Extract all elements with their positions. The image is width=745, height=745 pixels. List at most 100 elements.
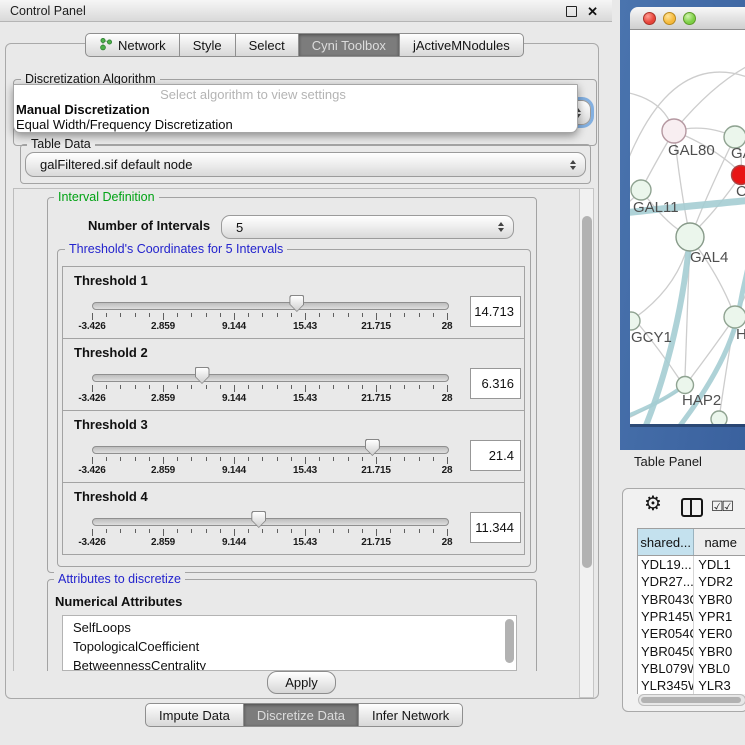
column-header-name[interactable]: name	[694, 529, 745, 555]
table-cell[interactable]: YBR0	[694, 591, 745, 608]
network-node[interactable]	[676, 223, 704, 251]
network-canvas[interactable]: GAL80GACGAL11GAL4GCY1HHAP2	[630, 30, 745, 424]
popup-placeholder: Select algorithm to view settings	[14, 87, 577, 102]
slider-tick-label: 28	[422, 393, 472, 404]
slider-handle[interactable]	[365, 439, 380, 456]
threshold-value-field[interactable]: 6.316	[470, 368, 521, 399]
table-cell[interactable]: YER0	[694, 625, 745, 642]
tab-label: Infer Network	[372, 708, 449, 723]
table-row[interactable]: YBL079WYBL0	[638, 660, 745, 677]
control-panel-titlebar: Control Panel ✕	[0, 0, 612, 22]
network-icon	[99, 37, 113, 54]
float-window-icon[interactable]	[566, 6, 577, 17]
slider-handle[interactable]	[195, 367, 210, 384]
table-cell[interactable]: YDR2	[694, 573, 745, 590]
bottom-tab-impute-data[interactable]: Impute Data	[145, 703, 244, 727]
table-cell[interactable]: YPR1	[694, 608, 745, 625]
network-node[interactable]	[631, 180, 651, 200]
table-hscrollbar[interactable]	[638, 694, 745, 706]
number-of-intervals-combobox[interactable]: 5	[221, 215, 514, 239]
table-row[interactable]: YBR043CYBR0	[638, 591, 745, 608]
column-browser-icon[interactable]	[681, 498, 703, 517]
table-row[interactable]: YER054CYER0	[638, 625, 745, 642]
table-cell[interactable]: YPR145W	[638, 608, 694, 625]
slider-track[interactable]	[92, 446, 449, 454]
number-of-intervals-value: 5	[222, 220, 498, 235]
threshold-panel-3: Threshold 3-3.4262.8599.14415.4321.71528…	[62, 410, 525, 483]
network-node[interactable]	[677, 377, 694, 394]
top-tab-bar: Network Style Select Cyni Toolbox jActiveMNo…	[85, 33, 524, 57]
table-cell[interactable]: YDL1	[694, 556, 745, 573]
table-cell[interactable]: YDL19...	[638, 556, 694, 573]
tab-label: Cyni Toolbox	[312, 38, 386, 53]
bottom-tab-discretize-data[interactable]: Discretize Data	[243, 703, 359, 727]
threshold-panel-2: Threshold 2-3.4262.8599.14415.4321.71528…	[62, 338, 525, 411]
gear-icon[interactable]: ⚙	[644, 494, 662, 514]
tab-style[interactable]: Style	[179, 33, 236, 57]
apply-button[interactable]: Apply	[267, 671, 336, 694]
threshold-value-field[interactable]: 21.4	[470, 440, 521, 471]
settings-scrollbar-thumb[interactable]	[582, 216, 592, 568]
combo-stepper-icon	[498, 222, 504, 232]
attribute-item-topologicalcoefficient[interactable]: TopologicalCoefficient	[73, 637, 516, 656]
slider-track[interactable]	[92, 302, 449, 310]
table-cell[interactable]: YBR043C	[638, 591, 694, 608]
slider-handle[interactable]	[289, 295, 304, 312]
table-cell[interactable]: YDR27...	[638, 573, 694, 590]
bottom-tab-infer-network[interactable]: Infer Network	[358, 703, 463, 727]
table-row[interactable]: YBR045CYBR0	[638, 642, 745, 659]
threshold-panel-1: Threshold 1-3.4262.8599.14415.4321.71528…	[62, 266, 525, 339]
popup-item-manual-discretization[interactable]: Manual Discretization	[14, 102, 577, 117]
table-row[interactable]: YPR145WYPR1	[638, 608, 745, 625]
table-cell[interactable]: YBL079W	[638, 660, 694, 677]
tab-jactivemnodules[interactable]: jActiveMNodules	[399, 33, 524, 57]
table-cell[interactable]: YBR045C	[638, 642, 694, 659]
table-data-combobox[interactable]: galFiltered.sif default node	[25, 152, 586, 177]
threshold-value-field[interactable]: 14.713	[470, 296, 521, 327]
tab-cyni-toolbox[interactable]: Cyni Toolbox	[298, 33, 400, 57]
slider-tick-label: 2.859	[138, 393, 188, 404]
slider-tick-label: 28	[422, 321, 472, 332]
numerical-attributes-list[interactable]: SelfLoopsTopologicalCoefficientBetweenne…	[62, 615, 517, 671]
slider-track[interactable]	[92, 374, 449, 382]
close-icon[interactable]: ✕	[587, 5, 598, 18]
tab-network[interactable]: Network	[85, 33, 180, 57]
table-row[interactable]: YDL19...YDL1	[638, 556, 745, 573]
table-cell[interactable]: YBL0	[694, 660, 745, 677]
tab-label: Discretize Data	[257, 708, 345, 723]
settings-scrollbar[interactable]	[579, 188, 594, 698]
minimize-traffic-light-icon[interactable]	[663, 12, 676, 25]
tab-label: Select	[249, 38, 285, 53]
network-node[interactable]	[711, 411, 727, 424]
checkbox-icons[interactable]: ☑☑	[711, 498, 732, 515]
table-cell[interactable]: YBR0	[694, 642, 745, 659]
network-node[interactable]	[732, 166, 745, 185]
slider-tick-label: -3.426	[67, 321, 117, 332]
attribute-item-selfloops[interactable]: SelfLoops	[73, 618, 516, 637]
attribute-item-betweennesscentrality[interactable]: BetweennessCentrality	[73, 656, 516, 671]
slider-tick-label: 15.43	[280, 393, 330, 404]
network-node[interactable]	[662, 119, 686, 143]
network-node[interactable]	[724, 306, 745, 328]
table-cell[interactable]: YLR345W	[638, 677, 694, 694]
list-scrollbar-thumb[interactable]	[505, 619, 514, 663]
tab-select[interactable]: Select	[235, 33, 299, 57]
popup-item-equal-width-frequency-discretization[interactable]: Equal Width/Frequency Discretization	[14, 117, 577, 132]
close-traffic-light-icon[interactable]	[643, 12, 656, 25]
slider-track[interactable]	[92, 518, 449, 526]
table-cell[interactable]: YER054C	[638, 625, 694, 642]
slider-tick-label: 15.43	[280, 465, 330, 476]
table-row[interactable]: YLR345WYLR3	[638, 677, 745, 694]
zoom-traffic-light-icon[interactable]	[683, 12, 696, 25]
slider-tick-label: -3.426	[67, 393, 117, 404]
tab-label: Style	[193, 38, 222, 53]
slider-handle[interactable]	[251, 511, 266, 528]
slider-tick-label: 2.859	[138, 537, 188, 548]
column-header-shared[interactable]: shared...	[638, 529, 694, 555]
table-cell[interactable]: YLR3	[694, 677, 745, 694]
slider-tick-label: 28	[422, 537, 472, 548]
table-row[interactable]: YDR27...YDR2	[638, 573, 745, 590]
table-hscrollbar-thumb[interactable]	[641, 697, 741, 703]
node-label: GAL4	[690, 249, 728, 266]
threshold-value-field[interactable]: 11.344	[470, 512, 521, 543]
